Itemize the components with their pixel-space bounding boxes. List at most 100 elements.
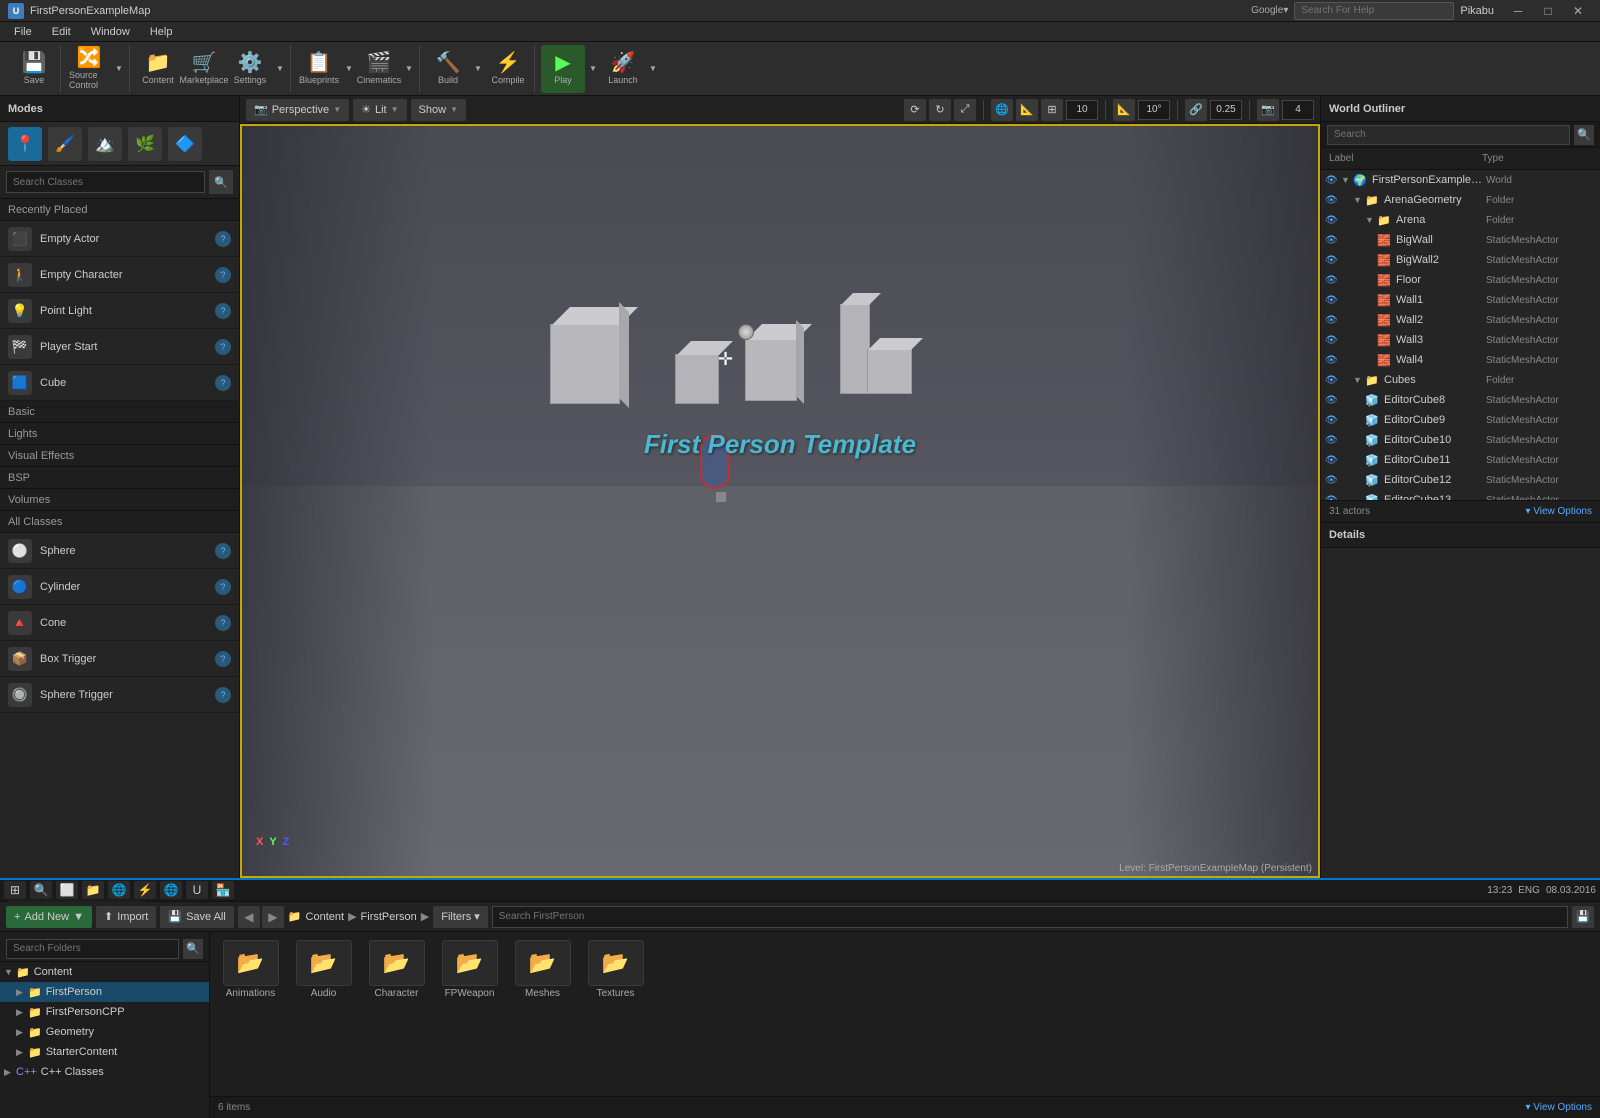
camera-speed-btn[interactable]: 📷: [1257, 99, 1279, 121]
class-cone[interactable]: 🔺 Cone ?: [0, 605, 239, 641]
folder-item-content[interactable]: ▼ 📁 Content: [0, 962, 209, 982]
maximize-button[interactable]: □: [1534, 1, 1562, 21]
store-btn[interactable]: 🏪: [212, 881, 234, 899]
grid-btn[interactable]: ⊞: [1041, 99, 1063, 121]
source-control-button[interactable]: 🔀 Source Control: [67, 45, 111, 93]
class-player-start[interactable]: 🏁 Player Start ?: [0, 329, 239, 365]
menu-edit[interactable]: Edit: [42, 24, 81, 40]
search-classes-input[interactable]: [6, 171, 205, 193]
search-taskbar-btn[interactable]: 🔍: [30, 881, 52, 899]
section-basic[interactable]: Basic: [0, 401, 239, 423]
settings-arrow[interactable]: ▼: [274, 45, 286, 93]
class-cube[interactable]: 🟦 Cube ?: [0, 365, 239, 401]
close-button[interactable]: ✕: [1564, 1, 1592, 21]
help-search-input[interactable]: [1294, 2, 1454, 20]
content-search-input[interactable]: [492, 906, 1568, 928]
folder-item-geometry[interactable]: ▶ 📁 Geometry: [0, 1022, 209, 1042]
nav-back[interactable]: ◀: [238, 906, 260, 928]
world-local-btn[interactable]: 🌐: [991, 99, 1013, 121]
outliner-row-arena-geo[interactable]: 👁 ▼ 📁 ArenaGeometry Folder: [1321, 190, 1600, 210]
class-empty-character[interactable]: 🚶 Empty Character ?: [0, 257, 239, 293]
point-light-info[interactable]: ?: [215, 303, 231, 319]
content-view-options[interactable]: ▾ View Options: [1525, 1102, 1592, 1113]
scale-snap-input[interactable]: [1210, 100, 1242, 120]
cylinder-info[interactable]: ?: [215, 579, 231, 595]
file-animations[interactable]: 📂 Animations: [218, 940, 283, 999]
mode-place[interactable]: 📍: [8, 127, 42, 161]
cone-info[interactable]: ?: [215, 615, 231, 631]
breadcrumb-firstperson[interactable]: FirstPerson: [361, 911, 417, 923]
cinematics-button[interactable]: 🎬 Cinematics: [357, 45, 401, 93]
file-explorer-btn[interactable]: 📁: [82, 881, 104, 899]
mode-landscape[interactable]: 🏔️: [88, 127, 122, 161]
marketplace-button[interactable]: 🛒 Marketplace: [182, 45, 226, 93]
grid-size-input[interactable]: [1066, 100, 1098, 120]
chrome-btn[interactable]: 🌐: [108, 881, 130, 899]
content-button[interactable]: 📁 Content: [136, 45, 180, 93]
folder-search-input[interactable]: [6, 939, 179, 959]
empty-actor-info[interactable]: ?: [215, 231, 231, 247]
nav-forward[interactable]: ▶: [262, 906, 284, 928]
file-textures[interactable]: 📂 Textures: [583, 940, 648, 999]
sphere-trigger-info[interactable]: ?: [215, 687, 231, 703]
outliner-row-bigwall[interactable]: 👁 🧱 BigWall StaticMeshActor: [1321, 230, 1600, 250]
cinematics-arrow[interactable]: ▼: [403, 45, 415, 93]
surface-snapping-btn[interactable]: 📐: [1016, 99, 1038, 121]
folder-item-cpp[interactable]: ▶ C++ C++ Classes: [0, 1062, 209, 1082]
mode-paint[interactable]: 🖌️: [48, 127, 82, 161]
start-button[interactable]: ⊞: [4, 881, 26, 899]
outliner-row-wall1[interactable]: 👁 🧱 Wall1 StaticMeshActor: [1321, 290, 1600, 310]
class-sphere[interactable]: ⚪ Sphere ?: [0, 533, 239, 569]
build-button[interactable]: 🔨 Build: [426, 45, 470, 93]
scale-snap-btn[interactable]: 🔗: [1185, 99, 1207, 121]
outliner-row-cube13[interactable]: 👁 🧊 EditorCube13 StaticMeshActor: [1321, 490, 1600, 500]
outliner-search-btn[interactable]: 🔍: [1574, 125, 1594, 145]
task-view-btn[interactable]: ⬜: [56, 881, 78, 899]
compile-button[interactable]: ⚡ Compile: [486, 45, 530, 93]
launch-arrow[interactable]: ▼: [647, 45, 659, 93]
perspective-btn[interactable]: 📷 Perspective ▼: [246, 99, 349, 121]
section-all-classes[interactable]: All Classes: [0, 511, 239, 533]
build-arrow[interactable]: ▼: [472, 45, 484, 93]
box-trigger-info[interactable]: ?: [215, 651, 231, 667]
outliner-row-floor[interactable]: 👁 🧱 Floor StaticMeshActor: [1321, 270, 1600, 290]
minimize-button[interactable]: ─: [1504, 1, 1532, 21]
class-cylinder[interactable]: 🔵 Cylinder ?: [0, 569, 239, 605]
section-lights[interactable]: Lights: [0, 423, 239, 445]
section-volumes[interactable]: Volumes: [0, 489, 239, 511]
folder-item-fpcpp[interactable]: ▶ 📁 FirstPersonCPP: [0, 1002, 209, 1022]
folder-item-firstperson[interactable]: ▶ 📁 FirstPerson: [0, 982, 209, 1002]
class-point-light[interactable]: 💡 Point Light ?: [0, 293, 239, 329]
file-character[interactable]: 📂 Character: [364, 940, 429, 999]
filters-button[interactable]: Filters ▾: [433, 906, 488, 928]
empty-character-info[interactable]: ?: [215, 267, 231, 283]
outliner-row-cube11[interactable]: 👁 🧊 EditorCube11 StaticMeshActor: [1321, 450, 1600, 470]
outliner-row-bigwall2[interactable]: 👁 🧱 BigWall2 StaticMeshActor: [1321, 250, 1600, 270]
cube-info[interactable]: ?: [215, 375, 231, 391]
content-save-icon[interactable]: 💾: [1572, 906, 1594, 928]
launch-button[interactable]: 🚀 Launch: [601, 45, 645, 93]
transform-btn[interactable]: ⟳: [904, 99, 926, 121]
import-button[interactable]: ⬆ Import: [96, 906, 156, 928]
blueprints-button[interactable]: 📋 Blueprints: [297, 45, 341, 93]
source-control-arrow[interactable]: ▼: [113, 45, 125, 93]
outliner-row-cube9[interactable]: 👁 🧊 EditorCube9 StaticMeshActor: [1321, 410, 1600, 430]
mode-foliage[interactable]: 🌿: [128, 127, 162, 161]
outliner-row-cubes[interactable]: 👁 ▼ 📁 Cubes Folder: [1321, 370, 1600, 390]
outliner-row-wall3[interactable]: 👁 🧱 Wall3 StaticMeshActor: [1321, 330, 1600, 350]
outliner-row-arena[interactable]: 👁 ▼ 📁 Arena Folder: [1321, 210, 1600, 230]
class-empty-actor[interactable]: ⬛ Empty Actor ?: [0, 221, 239, 257]
section-bsp[interactable]: BSP: [0, 467, 239, 489]
vs-btn[interactable]: ⚡: [134, 881, 156, 899]
mode-geometry[interactable]: 🔷: [168, 127, 202, 161]
outliner-row-wall4[interactable]: 👁 🧱 Wall4 StaticMeshActor: [1321, 350, 1600, 370]
camera-speed-input[interactable]: [1282, 100, 1314, 120]
breadcrumb-content[interactable]: Content: [306, 911, 345, 923]
file-meshes[interactable]: 📂 Meshes: [510, 940, 575, 999]
sphere-info[interactable]: ?: [215, 543, 231, 559]
viewport-scene[interactable]: ✛ First Person Template X: [240, 124, 1320, 878]
outliner-row-wall2[interactable]: 👁 🧱 Wall2 StaticMeshActor: [1321, 310, 1600, 330]
save-button[interactable]: 💾 Save: [12, 45, 56, 93]
outliner-row-map[interactable]: 👁 ▼ 🌍 FirstPersonExampleMap World: [1321, 170, 1600, 190]
outliner-view-options[interactable]: ▾ View Options: [1525, 506, 1592, 517]
